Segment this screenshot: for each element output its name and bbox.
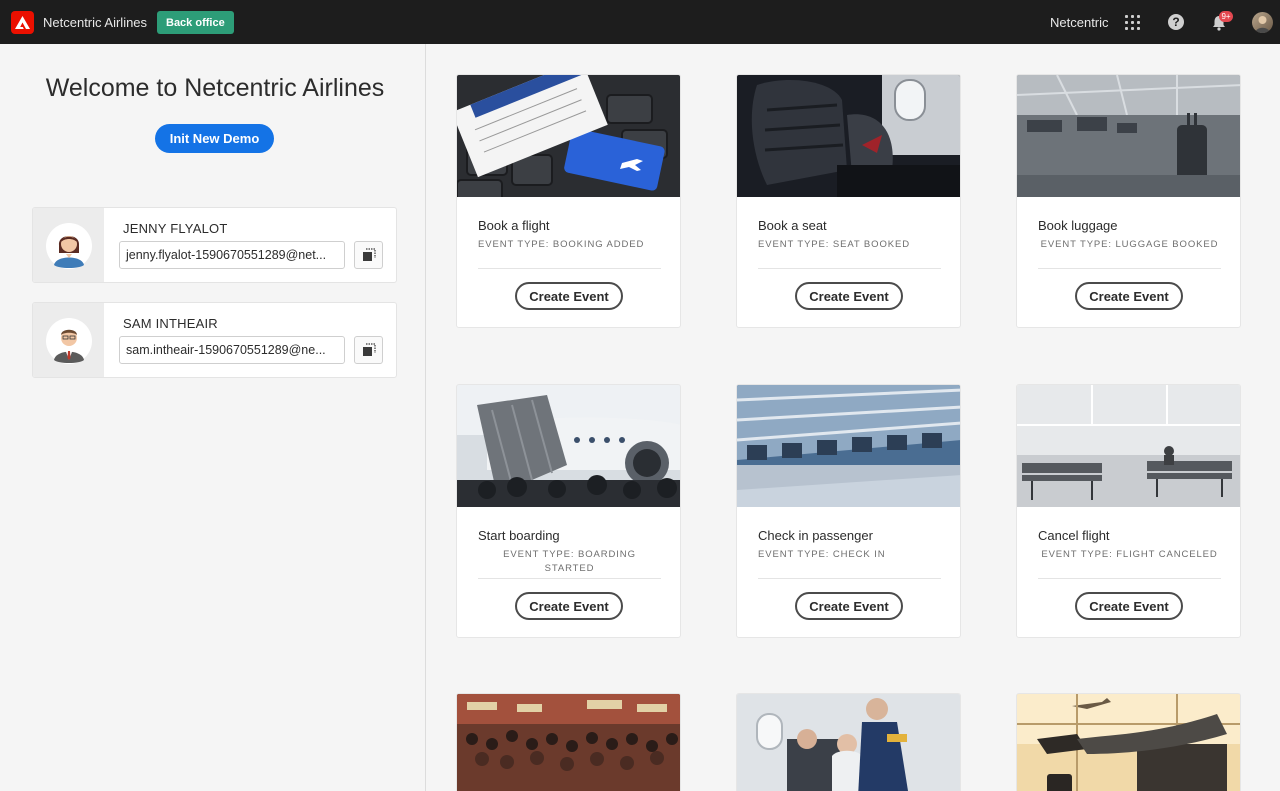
event-type: EVENT TYPE: SEAT BOOKED xyxy=(758,239,910,250)
copy-icon xyxy=(362,248,376,261)
divider xyxy=(758,268,941,269)
cabin-service-image xyxy=(737,694,960,791)
flight-ticket-image xyxy=(457,75,680,197)
app-switcher-icon[interactable] xyxy=(1125,15,1140,30)
copy-icon xyxy=(362,343,376,356)
adobe-logo-icon[interactable] xyxy=(11,11,34,34)
avatar xyxy=(33,303,104,377)
event-title: Book luggage xyxy=(1038,218,1118,233)
create-event-button[interactable]: Create Event xyxy=(515,592,623,620)
event-card: Book a flight EVENT TYPE: BOOKING ADDED … xyxy=(456,74,681,328)
create-event-button[interactable]: Create Event xyxy=(1075,592,1183,620)
airplane-seat-image xyxy=(737,75,960,197)
boarding-image xyxy=(457,385,680,507)
event-card: Cancel flight EVENT TYPE: FLIGHT CANCELE… xyxy=(1016,384,1241,638)
create-event-button[interactable]: Create Event xyxy=(795,282,903,310)
event-type: EVENT TYPE: BOOKING ADDED xyxy=(478,239,645,250)
event-card: Book luggage EVENT TYPE: LUGGAGE BOOKED … xyxy=(1016,74,1241,328)
event-title: Book a seat xyxy=(758,218,827,233)
email-field[interactable]: jenny.flyalot-1590670551289@net... xyxy=(119,241,345,269)
divider xyxy=(478,578,661,579)
copy-button[interactable] xyxy=(354,241,383,269)
divider xyxy=(478,268,661,269)
create-event-button[interactable]: Create Event xyxy=(1075,282,1183,310)
profile-avatar[interactable] xyxy=(1252,12,1273,33)
event-card: Start boarding EVENT TYPE: BOARDING STAR… xyxy=(456,384,681,638)
waiting-lounge-image xyxy=(1017,694,1240,791)
page-title: Welcome to Netcentric Airlines xyxy=(45,74,385,102)
copy-button[interactable] xyxy=(354,336,383,364)
male-avatar-icon xyxy=(45,318,92,364)
create-event-button[interactable]: Create Event xyxy=(795,592,903,620)
check-in-hall-image xyxy=(737,385,960,507)
user-card: JENNY FLYALOT jenny.flyalot-159067055128… xyxy=(32,207,397,283)
divider xyxy=(1038,578,1221,579)
org-switcher[interactable]: Netcentric xyxy=(1050,15,1109,30)
event-type: EVENT TYPE: BOARDING STARTED xyxy=(503,549,636,574)
event-type: EVENT TYPE: FLIGHT CANCELED xyxy=(1041,549,1218,560)
notification-badge: 9+ xyxy=(1219,11,1233,22)
event-card: Book a seat EVENT TYPE: SEAT BOOKED Crea… xyxy=(736,74,961,328)
user-name: SAM INTHEAIR xyxy=(123,316,218,331)
event-title: Start boarding xyxy=(478,528,560,543)
divider xyxy=(758,578,941,579)
back-office-button[interactable]: Back office xyxy=(157,11,234,34)
female-avatar-icon xyxy=(45,223,92,269)
event-card xyxy=(456,693,681,791)
event-type: EVENT TYPE: CHECK IN xyxy=(758,549,886,560)
divider xyxy=(1038,268,1221,269)
event-card xyxy=(1016,693,1241,791)
event-title: Cancel flight xyxy=(1038,528,1110,543)
airport-luggage-image xyxy=(1017,75,1240,197)
event-title: Check in passenger xyxy=(758,528,873,543)
app-title[interactable]: Netcentric Airlines xyxy=(43,15,147,30)
event-card: Check in passenger EVENT TYPE: CHECK IN … xyxy=(736,384,961,638)
email-field[interactable]: sam.intheair-1590670551289@ne... xyxy=(119,336,345,364)
event-card xyxy=(736,693,961,791)
crowded-terminal-image xyxy=(457,694,680,791)
top-bar: Netcentric Airlines Back office Netcentr… xyxy=(0,0,1280,44)
left-panel: Welcome to Netcentric Airlines Init New … xyxy=(0,44,426,791)
user-name: JENNY FLYALOT xyxy=(123,221,228,236)
event-type: EVENT TYPE: LUGGAGE BOOKED xyxy=(1040,239,1219,250)
event-title: Book a flight xyxy=(478,218,550,233)
user-card: SAM INTHEAIR sam.intheair-1590670551289@… xyxy=(32,302,397,378)
create-event-button[interactable]: Create Event xyxy=(515,282,623,310)
empty-terminal-image xyxy=(1017,385,1240,507)
avatar xyxy=(33,208,104,282)
help-icon[interactable]: ? xyxy=(1168,14,1184,30)
init-new-demo-button[interactable]: Init New Demo xyxy=(155,124,274,153)
